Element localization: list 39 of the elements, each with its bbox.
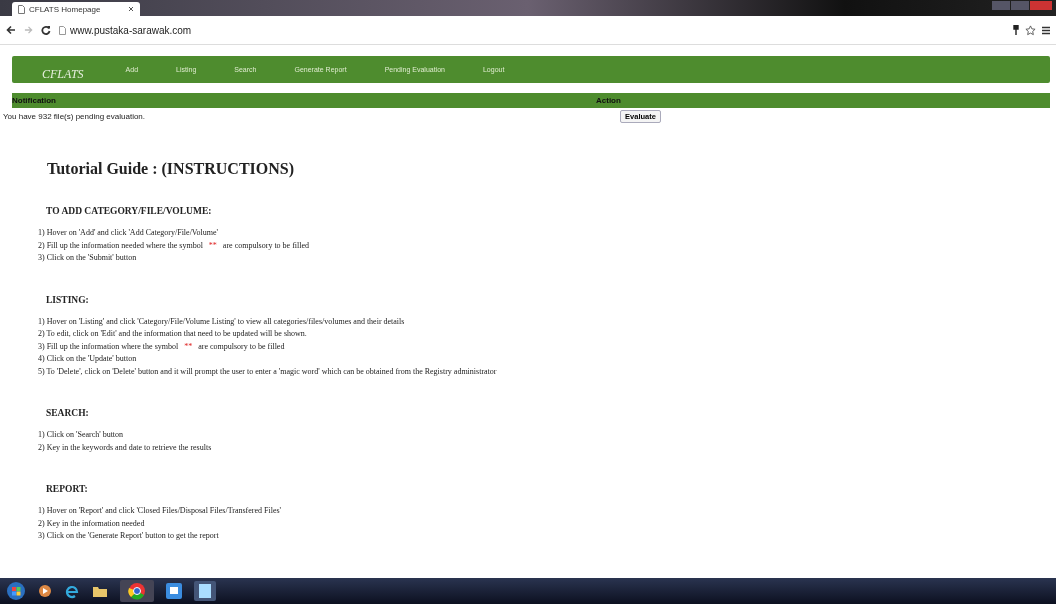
- instruction-text: 1) Hover on 'Report' and click 'Closed Files/Disposal Files/Transfered Files': [38, 505, 282, 517]
- media-player-icon[interactable]: [38, 584, 52, 598]
- address-bar[interactable]: www.pustaka-sarawak.com: [59, 24, 192, 36]
- instruction-text: 5) To 'Delete', click on 'Delete' button and it will prompt the user to enter a 'magic word' which can be obtained from the Registry administrator: [38, 365, 498, 378]
- instruction-text: 4) Click on the 'Update' button: [38, 353, 138, 365]
- instruction-text: 1) Hover on 'Listing' and click 'Category/File/Volume Listing' to view all categories/files/volumes and their details: [38, 315, 406, 328]
- instruction-text: 1) Click on 'Search' button: [38, 429, 125, 441]
- instruction-text: 3) Click on the 'Generate Report' button to get the report: [38, 530, 220, 542]
- section-heading: TO ADD CATEGORY/FILE/VOLUME:: [46, 206, 213, 216]
- column-header: Action: [596, 96, 621, 105]
- start-icon[interactable]: [6, 581, 26, 601]
- notification-message: You have 932 file(s) pending evaluation.: [3, 112, 146, 121]
- guide-title: Tutorial Guide : (INSTRUCTIONS): [47, 160, 295, 178]
- window-app-icon[interactable]: [166, 583, 182, 599]
- folder-icon[interactable]: [92, 584, 108, 598]
- menu-icon[interactable]: [1042, 25, 1050, 35]
- browser-icon[interactable]: [64, 583, 80, 599]
- document-app-icon[interactable]: [194, 581, 216, 601]
- instruction-text: 2) Key in the information needed: [38, 517, 146, 530]
- reload-icon[interactable]: [41, 25, 51, 35]
- star-icon[interactable]: [1025, 24, 1036, 36]
- instruction-text: 2) To edit, click on 'Edit' and the information that need to be updated will be shown.: [38, 328, 308, 340]
- browser-tab[interactable]: CFLATS Homepage: [12, 2, 140, 16]
- instruction-text: 2) Fill up the information needed where the symbol ** are compulsory to be filled: [38, 239, 311, 252]
- site-logo: CFLATS: [42, 67, 84, 82]
- section-heading: SEARCH:: [46, 408, 90, 418]
- instruction-text: 2) Key in the keywords and date to retrieve the results: [38, 441, 213, 454]
- section-heading: REPORT:: [46, 484, 89, 494]
- column-header: Notification: [12, 96, 56, 105]
- chrome-icon[interactable]: [120, 580, 154, 602]
- back-arrow-icon[interactable]: [6, 25, 16, 35]
- pin-icon[interactable]: [1013, 25, 1019, 35]
- close-icon[interactable]: [128, 6, 134, 12]
- instruction-text: 3) Click on the 'Submit' button: [38, 252, 138, 264]
- page-icon: [18, 4, 25, 14]
- window-controls-icon[interactable]: [992, 1, 1052, 11]
- section-heading: LISTING:: [46, 294, 90, 305]
- instruction-text: 1) Hover on 'Add' and click 'Add Category/File/Volume': [38, 227, 220, 239]
- instruction-text: 3) Fill up the information where the symbol ** are compulsory to be filled: [38, 340, 286, 353]
